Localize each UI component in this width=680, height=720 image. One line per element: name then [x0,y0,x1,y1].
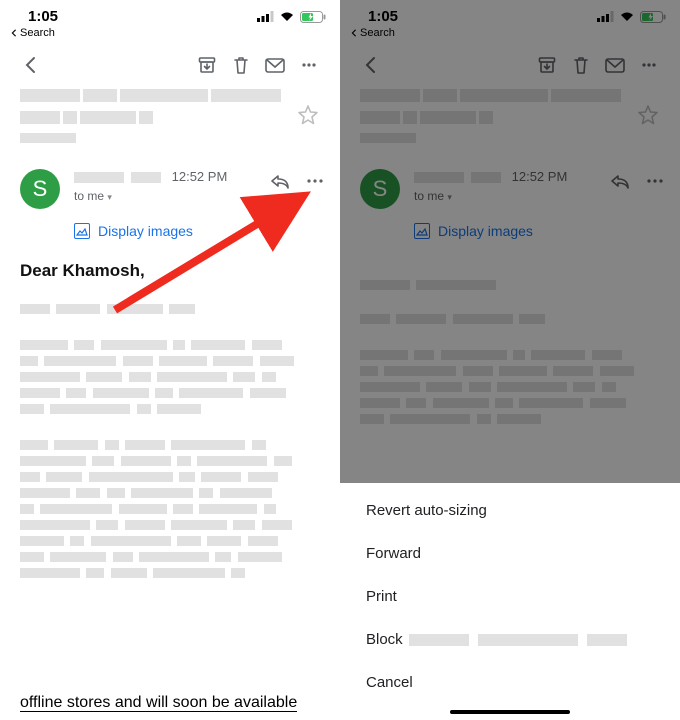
battery-icon [640,11,666,23]
display-images-label: Display images [438,223,533,239]
sender-row: S 12:52 PM to me ▾ [0,151,340,209]
more-button[interactable] [632,51,666,79]
avatar: S [20,169,60,209]
display-images-label: Display images [98,223,193,239]
delete-button[interactable] [564,51,598,79]
recipient-label: to me [414,189,444,203]
message-more-button[interactable] [306,173,324,189]
recipient-toggle[interactable]: to me ▾ [414,189,610,203]
home-indicator [450,710,570,714]
message-more-button[interactable] [646,173,664,189]
sender-row: S 12:52 PM to me ▾ [340,151,680,209]
email-greeting: Dear Khamosh, [0,239,340,281]
ios-back[interactable]: Search [0,25,340,45]
sheet-revert[interactable]: Revert auto-sizing [340,489,680,532]
delete-button[interactable] [224,51,258,79]
email-body-redacted [340,239,680,427]
status-icons [597,11,666,23]
sheet-item-label: Print [366,588,397,605]
screenshot-right: 1:05 Search S 12:52 PM to me ▾ [340,0,680,720]
image-icon [414,223,430,239]
ios-back-label: Search [20,27,55,39]
sheet-item-label: Revert auto-sizing [366,502,487,519]
star-button[interactable] [296,87,320,127]
ios-back[interactable]: Search [340,25,680,45]
subject-area [340,87,680,151]
cellular-icon [257,11,274,22]
subject-area [0,87,340,151]
clock: 1:05 [28,8,58,25]
sheet-print[interactable]: Print [340,575,680,618]
reply-button[interactable] [610,173,630,189]
status-icons [257,11,326,23]
back-button[interactable] [354,51,388,79]
sender-name [74,169,164,185]
gmail-toolbar [0,45,340,87]
sheet-item-label: Forward [366,545,421,562]
cellular-icon [597,11,614,22]
status-bar: 1:05 [340,0,680,25]
gmail-toolbar [340,45,680,87]
avatar-initial: S [373,176,388,202]
star-button[interactable] [636,87,660,127]
sender-time: 12:52 PM [512,169,568,184]
avatar-initial: S [33,176,48,202]
battery-icon [300,11,326,23]
sheet-item-label: Cancel [366,674,413,691]
display-images-button[interactable]: Display images [340,209,680,239]
mark-unread-button[interactable] [598,51,632,79]
screenshot-left: 1:05 Search [0,0,340,720]
action-sheet: Revert auto-sizing Forward Print Block C… [340,483,680,720]
recipient-label: to me [74,189,104,203]
sheet-item-label: Block [366,631,403,648]
display-images-button[interactable]: Display images [0,209,340,239]
visible-body-line: offline stores and will soon be availabl… [0,692,340,714]
sheet-forward[interactable]: Forward [340,532,680,575]
sender-time: 12:52 PM [172,169,228,184]
avatar: S [360,169,400,209]
back-button[interactable] [14,51,48,79]
mark-unread-button[interactable] [258,51,292,79]
status-bar: 1:05 [0,0,340,25]
recipient-toggle[interactable]: to me ▾ [74,189,270,203]
image-icon [74,223,90,239]
archive-button[interactable] [190,51,224,79]
archive-button[interactable] [530,51,564,79]
wifi-icon [279,11,295,22]
reply-button[interactable] [270,173,290,189]
clock: 1:05 [368,8,398,25]
email-body-redacted [0,281,340,581]
wifi-icon [619,11,635,22]
sender-name [414,169,504,185]
sheet-block[interactable]: Block [340,618,680,661]
sheet-cancel[interactable]: Cancel [340,661,680,704]
more-button[interactable] [292,51,326,79]
ios-back-label: Search [360,27,395,39]
